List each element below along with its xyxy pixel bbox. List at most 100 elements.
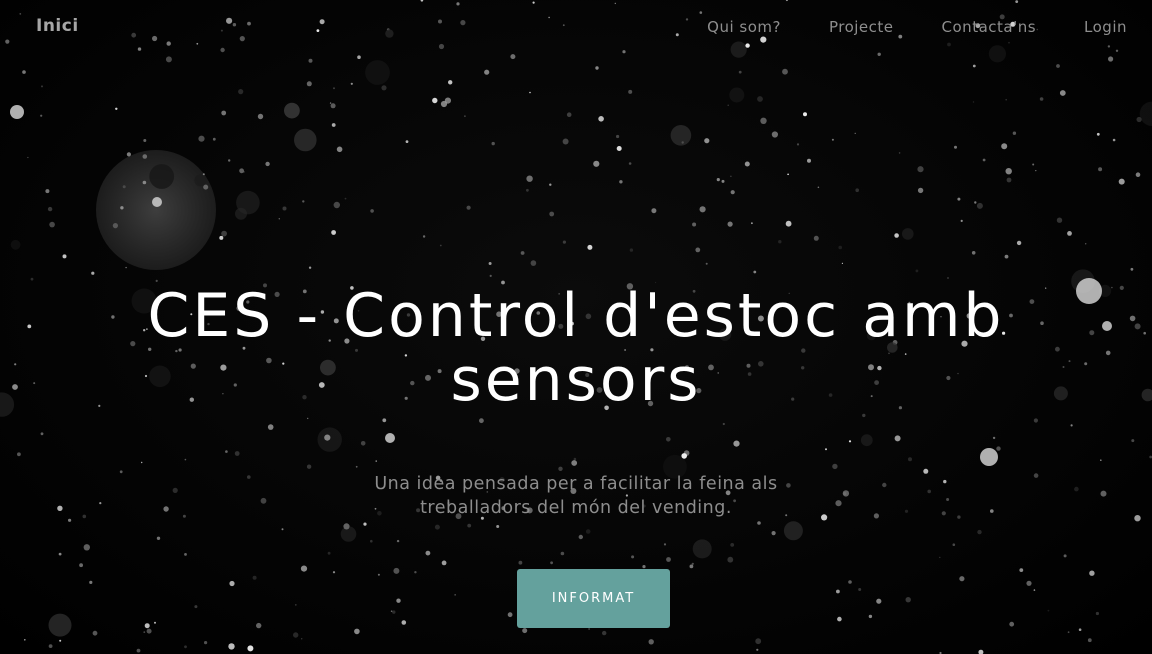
particle-dot (327, 551, 331, 555)
particle-dot (333, 201, 340, 209)
particle-dot (212, 137, 216, 141)
particle-dot (727, 104, 729, 106)
particle-dot (331, 230, 336, 235)
particle-dot (868, 614, 873, 619)
particle-dot (549, 211, 555, 217)
navbar: Inici Qui som? Projecte Contacta'ns Logi… (0, 0, 1152, 56)
nav-link-contactans[interactable]: Contacta'ns (942, 18, 1037, 36)
particle-dot (414, 571, 417, 574)
particle-dot (727, 221, 733, 227)
particle-dot (1105, 350, 1111, 356)
particle-dot (184, 645, 187, 649)
particle-dot (817, 186, 820, 189)
particle-dot (520, 251, 525, 255)
particle-dot (616, 134, 620, 139)
particle-dot (873, 513, 880, 519)
particle-dot (666, 437, 671, 442)
particle-dot (1096, 132, 1100, 136)
particle-dot (529, 91, 531, 94)
particle-dot (923, 468, 929, 474)
particle-dot (293, 632, 299, 638)
particle-dot (448, 80, 453, 85)
particle-dot (681, 141, 684, 144)
particle-dot (1130, 267, 1134, 271)
particle-dot (194, 605, 198, 609)
particle-dot (1143, 331, 1146, 335)
particle-dot (1026, 580, 1032, 586)
particle-dot (370, 539, 373, 543)
particle-dot (152, 197, 162, 207)
particle-dot (941, 511, 946, 516)
particle-dot (738, 70, 742, 74)
particle-dot (990, 509, 994, 513)
particle-dot (835, 500, 842, 507)
particle-dot (562, 240, 567, 244)
particle-dot (1019, 568, 1024, 572)
particle-dot (229, 580, 235, 587)
hero-title: CES - Control d'estoc amb sensors (147, 281, 1005, 415)
particle-dot (204, 641, 208, 645)
particle-dot (122, 185, 126, 189)
particle-dot (751, 222, 753, 225)
particle-dot (841, 262, 844, 264)
particle-dot (306, 464, 312, 469)
particle-dot (578, 534, 583, 540)
particle-dot (782, 68, 788, 75)
particle-dot (1085, 243, 1087, 245)
particle-dot (1098, 167, 1103, 172)
particle-dot (977, 529, 982, 535)
particle-dot (136, 648, 141, 653)
particle-dot (260, 497, 267, 504)
particle-dot (1005, 98, 1007, 101)
particle-dot (219, 235, 224, 240)
particle-dot (331, 123, 336, 127)
nav-link-qui-som[interactable]: Qui som? (707, 18, 781, 36)
particle-dot (562, 138, 569, 145)
particle-dot (757, 96, 763, 102)
particle-dot (858, 588, 862, 591)
particle-dot (10, 105, 24, 119)
particle-dot (518, 560, 523, 565)
particle-dot (68, 518, 72, 522)
informat-button[interactable]: INFORMAT (517, 569, 670, 628)
particle-dot (79, 563, 83, 568)
particle-dot (778, 240, 782, 244)
particle-dot (370, 209, 374, 213)
brand-home-link[interactable]: Inici (36, 16, 79, 36)
particle-dot (385, 433, 395, 443)
particle-dot (278, 218, 280, 220)
particle-dot (146, 628, 152, 634)
particle-dot (971, 251, 976, 255)
particle-dot (894, 233, 899, 238)
particle-dot (1004, 254, 1009, 259)
particle-dot (837, 616, 842, 622)
particle-dot (439, 244, 442, 247)
particle-dot (1089, 330, 1095, 336)
particle-dot (651, 208, 657, 214)
particle-dot (573, 457, 577, 461)
particle-dot (832, 463, 838, 470)
particle-dot (1033, 589, 1036, 591)
particle-dot (571, 460, 578, 466)
particle-dot (1067, 631, 1070, 634)
particle-dot (375, 460, 377, 462)
nav-link-login[interactable]: Login (1084, 18, 1127, 36)
particle-dot (228, 643, 235, 650)
nav-link-projecte[interactable]: Projecte (829, 18, 894, 36)
particle-dot (300, 565, 308, 572)
particle-dot (628, 162, 632, 165)
particle-dot (1119, 285, 1124, 290)
particle-dot (831, 138, 834, 141)
particle-dot (1139, 101, 1152, 126)
particle-dot (1070, 424, 1073, 427)
particle-dot (982, 158, 986, 162)
particle-dot (1084, 362, 1088, 366)
particle-dot (344, 197, 347, 200)
particle-dot (24, 639, 26, 641)
hero-section: Inici Qui som? Projecte Contacta'ns Logi… (0, 0, 1152, 654)
particle-dot (119, 470, 123, 474)
particle-dot (1087, 638, 1092, 643)
particle-dot (730, 190, 735, 195)
particle-dot (1033, 418, 1038, 423)
particle-dot (265, 161, 270, 167)
